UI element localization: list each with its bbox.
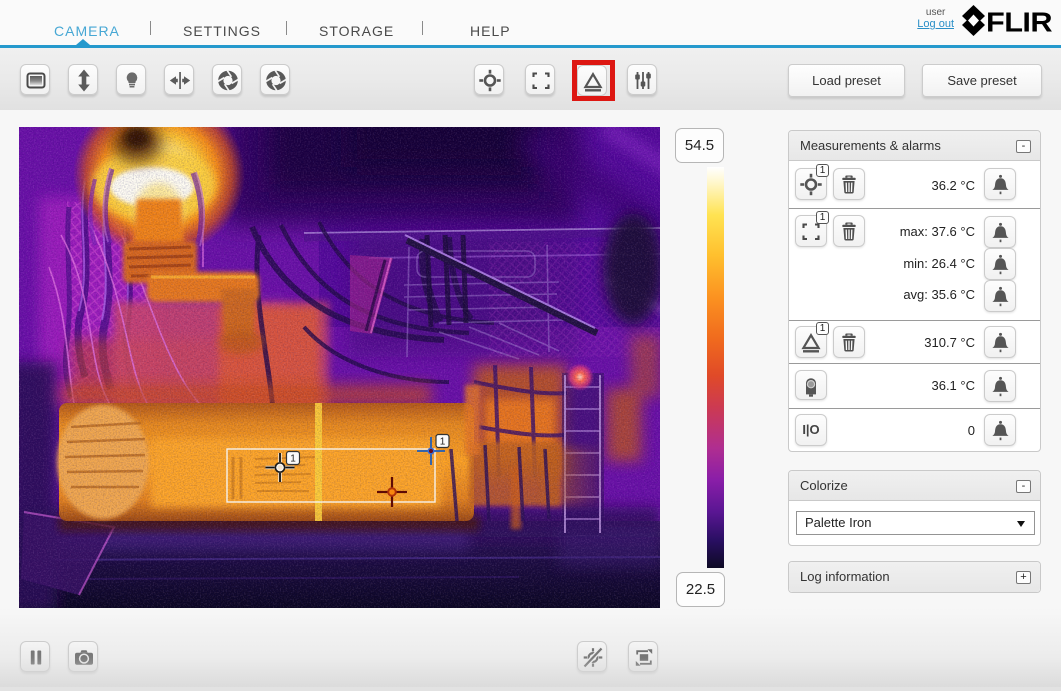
svg-text:FLIR: FLIR [986, 7, 1052, 38]
svg-text:1: 1 [290, 454, 296, 465]
svg-text:1: 1 [440, 437, 446, 448]
